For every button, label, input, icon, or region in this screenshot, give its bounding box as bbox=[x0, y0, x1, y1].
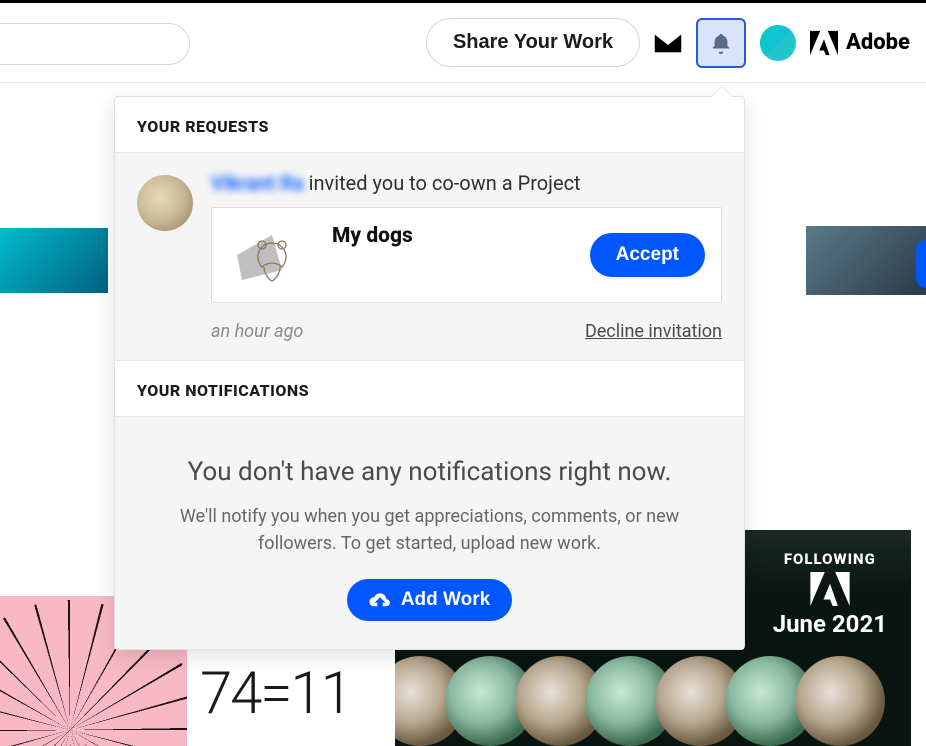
following-date: June 2021 bbox=[773, 610, 887, 638]
project-thumbnail bbox=[228, 224, 316, 286]
accept-button[interactable]: Accept bbox=[590, 233, 705, 277]
add-work-button[interactable]: Add Work bbox=[347, 579, 512, 621]
project-title: My dogs bbox=[332, 224, 574, 248]
inviter-name[interactable]: Vikrant Ra bbox=[211, 171, 304, 195]
request-timestamp: an hour ago bbox=[211, 321, 303, 342]
search-input[interactable] bbox=[0, 23, 190, 65]
share-your-work-button[interactable]: Share Your Work bbox=[426, 18, 640, 67]
notifications-dropdown: YOUR REQUESTS Vikrant Ra invited you to … bbox=[114, 96, 745, 650]
decline-invitation-link[interactable]: Decline invitation bbox=[585, 321, 722, 342]
empty-notifications: You don't have any notifications right n… bbox=[115, 417, 744, 649]
adobe-logo-text: Adobe bbox=[846, 30, 910, 55]
request-text: Vikrant Ra invited you to co-own a Proje… bbox=[211, 171, 722, 195]
thumb-left bbox=[0, 226, 110, 295]
header-actions: Adobe bbox=[654, 18, 910, 68]
thumb-right bbox=[806, 226, 926, 295]
notifications-button[interactable] bbox=[696, 18, 746, 68]
empty-body: We'll notify you when you get appreciati… bbox=[155, 503, 704, 557]
blue-edge bbox=[916, 240, 926, 288]
cloud-upload-icon bbox=[369, 591, 391, 609]
adobe-logo[interactable]: Adobe bbox=[810, 30, 910, 56]
following-label: FOLLOWING bbox=[784, 550, 876, 568]
requester-avatar[interactable] bbox=[137, 175, 193, 231]
requests-heading: YOUR REQUESTS bbox=[115, 97, 744, 153]
request-item: Vikrant Ra invited you to co-own a Proje… bbox=[115, 153, 744, 361]
top-header: Share Your Work Adobe bbox=[0, 3, 926, 83]
notifications-heading: YOUR NOTIFICATIONS bbox=[115, 361, 744, 417]
card-mid-text: 74=11 bbox=[200, 660, 351, 728]
user-avatar[interactable] bbox=[760, 25, 796, 61]
empty-title: You don't have any notifications right n… bbox=[155, 457, 704, 487]
project-card: My dogs Accept bbox=[211, 207, 722, 303]
mail-icon[interactable] bbox=[654, 33, 682, 53]
